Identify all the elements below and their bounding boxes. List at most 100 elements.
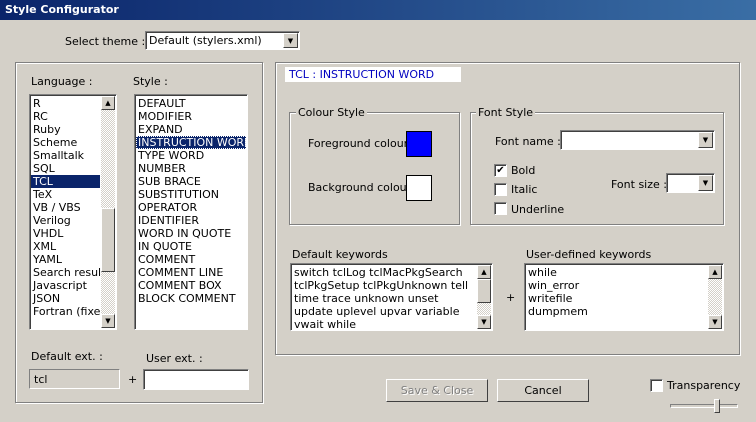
user-keywords-box[interactable]: while win_error writefile dumpmem ▲ ▼ (524, 263, 724, 331)
default-keywords-label: Default keywords (292, 248, 388, 261)
font-size-label: Font size : (611, 178, 667, 191)
font-style-title: Font Style (476, 106, 536, 119)
background-colour-label: Background colour (308, 181, 412, 194)
style-item[interactable]: COMMENT BOX (136, 279, 246, 292)
cancel-button[interactable]: Cancel (497, 379, 589, 402)
language-item[interactable]: Scheme (31, 136, 100, 149)
default-keywords-box[interactable]: switch tclLog tclMacPkgSearch tclPkgSetu… (290, 263, 493, 331)
theme-select-value: Default (stylers.xml) (149, 34, 262, 47)
default-keywords-text: switch tclLog tclMacPkgSearch tclPkgSetu… (294, 266, 469, 331)
underline-checkbox[interactable] (494, 202, 507, 215)
style-item[interactable]: NUMBER (136, 162, 246, 175)
language-label: Language : (31, 75, 93, 88)
style-item[interactable]: COMMENT LINE (136, 266, 246, 279)
user-ext-input[interactable] (143, 369, 249, 390)
user-keyword-line: win_error (528, 279, 580, 292)
colour-style-title: Colour Style (296, 106, 367, 119)
language-item[interactable]: SQL (31, 162, 100, 175)
current-style-title: TCL : INSTRUCTION WORD (289, 68, 435, 81)
language-item[interactable]: TCL (31, 175, 100, 188)
font-style-group (470, 112, 724, 225)
language-item[interactable]: R (31, 97, 100, 110)
language-items: R RC Ruby Scheme Smalltalk SQL TCL TeX VB / VBS V… (31, 97, 107, 318)
select-theme-label: Select theme : (65, 35, 146, 48)
user-keywords-text: while win_error writefile dumpmem (528, 266, 706, 318)
language-item[interactable]: Javascript (31, 279, 100, 292)
style-item[interactable]: TYPE WORD (136, 149, 246, 162)
theme-select[interactable]: Default (stylers.xml) ▼ (145, 31, 300, 50)
language-item[interactable]: VHDL (31, 227, 100, 240)
font-name-select[interactable]: ▼ (560, 130, 715, 150)
style-items: DEFAULT MODIFIER EXPAND INSTRUCTION WORD TYP… (136, 97, 247, 305)
language-item[interactable]: Verilog (31, 214, 100, 227)
check-icon: ✔ (496, 165, 505, 176)
style-item[interactable]: INSTRUCTION WORD (136, 136, 247, 149)
style-item[interactable]: EXPAND (136, 123, 246, 136)
style-configurator-window: Style Configurator Select theme : Defaul… (0, 0, 756, 422)
transparency-label: Transparency (667, 379, 741, 392)
chevron-down-icon[interactable]: ▼ (283, 33, 298, 48)
underline-label: Underline (511, 203, 565, 216)
language-item[interactable]: RC (31, 110, 100, 123)
style-item[interactable]: BLOCK COMMENT (136, 292, 246, 305)
scroll-thumb[interactable] (477, 279, 491, 303)
user-keyword-line: dumpmem (528, 305, 588, 318)
style-item[interactable]: SUBSTITUTION (136, 188, 246, 201)
transparency-slider[interactable] (670, 399, 738, 413)
scroll-down-icon[interactable]: ▼ (101, 314, 115, 328)
language-item[interactable]: YAML (31, 253, 100, 266)
language-item[interactable]: JSON (31, 292, 100, 305)
style-item[interactable]: DEFAULT (136, 97, 246, 110)
user-keywords-label: User-defined keywords (526, 248, 652, 261)
foreground-colour-swatch[interactable] (406, 131, 432, 157)
default-ext-value: tcl (34, 373, 48, 386)
language-item[interactable]: Search result (31, 266, 105, 279)
style-item[interactable]: IN QUOTE (136, 240, 246, 253)
language-item[interactable]: TeX (31, 188, 100, 201)
keywords-plus: + (506, 291, 516, 304)
font-name-label: Font name : (495, 135, 561, 148)
scroll-down-icon[interactable]: ▼ (477, 315, 491, 329)
language-item[interactable]: Smalltalk (31, 149, 100, 162)
language-scrollbar[interactable]: ▲ ▼ (101, 96, 115, 328)
scroll-up-icon[interactable]: ▲ (477, 265, 491, 279)
slider-thumb[interactable] (714, 399, 720, 413)
foreground-colour-label: Foreground colour (308, 137, 409, 150)
language-list[interactable]: R RC Ruby Scheme Smalltalk SQL TCL TeX VB / VBS V… (29, 94, 117, 330)
style-item[interactable]: IDENTIFIER (136, 214, 246, 227)
style-item[interactable]: OPERATOR (136, 201, 246, 214)
style-item[interactable]: COMMENT (136, 253, 246, 266)
scroll-up-icon[interactable]: ▲ (101, 96, 115, 110)
language-item[interactable]: Fortran (fixed (31, 305, 107, 318)
chevron-down-icon[interactable]: ▼ (698, 132, 713, 148)
ext-plus: + (128, 373, 138, 386)
style-item[interactable]: WORD IN QUOTE (136, 227, 246, 240)
save-close-button[interactable]: Save & Close (386, 379, 488, 402)
style-list[interactable]: DEFAULT MODIFIER EXPAND INSTRUCTION WORD TYP… (134, 94, 248, 330)
transparency-checkbox[interactable] (650, 379, 663, 392)
scroll-thumb[interactable] (101, 208, 115, 272)
user-keywords-scrollbar[interactable]: ▲ ▼ (708, 265, 722, 329)
font-size-select[interactable]: ▼ (666, 173, 715, 193)
colour-style-group (289, 112, 460, 225)
style-item[interactable]: SUB BRACE (136, 175, 246, 188)
scroll-up-icon[interactable]: ▲ (708, 265, 722, 279)
bold-label: Bold (511, 164, 536, 177)
window-title: Style Configurator (5, 3, 119, 16)
default-keywords-scrollbar[interactable]: ▲ ▼ (477, 265, 491, 329)
language-item[interactable]: XML (31, 240, 100, 253)
bold-checkbox[interactable]: ✔ (494, 164, 507, 177)
title-bar: Style Configurator (0, 0, 756, 20)
default-ext-label: Default ext. : (31, 350, 103, 363)
default-ext-field: tcl (29, 369, 120, 389)
style-item[interactable]: MODIFIER (136, 110, 246, 123)
user-keyword-line: writefile (528, 292, 573, 305)
language-item[interactable]: VB / VBS (31, 201, 100, 214)
italic-label: Italic (511, 183, 538, 196)
language-item[interactable]: Ruby (31, 123, 100, 136)
background-colour-swatch[interactable] (406, 175, 432, 201)
current-style-box: TCL : INSTRUCTION WORD (285, 67, 461, 82)
scroll-down-icon[interactable]: ▼ (708, 315, 722, 329)
chevron-down-icon[interactable]: ▼ (698, 175, 713, 191)
italic-checkbox[interactable] (494, 183, 507, 196)
